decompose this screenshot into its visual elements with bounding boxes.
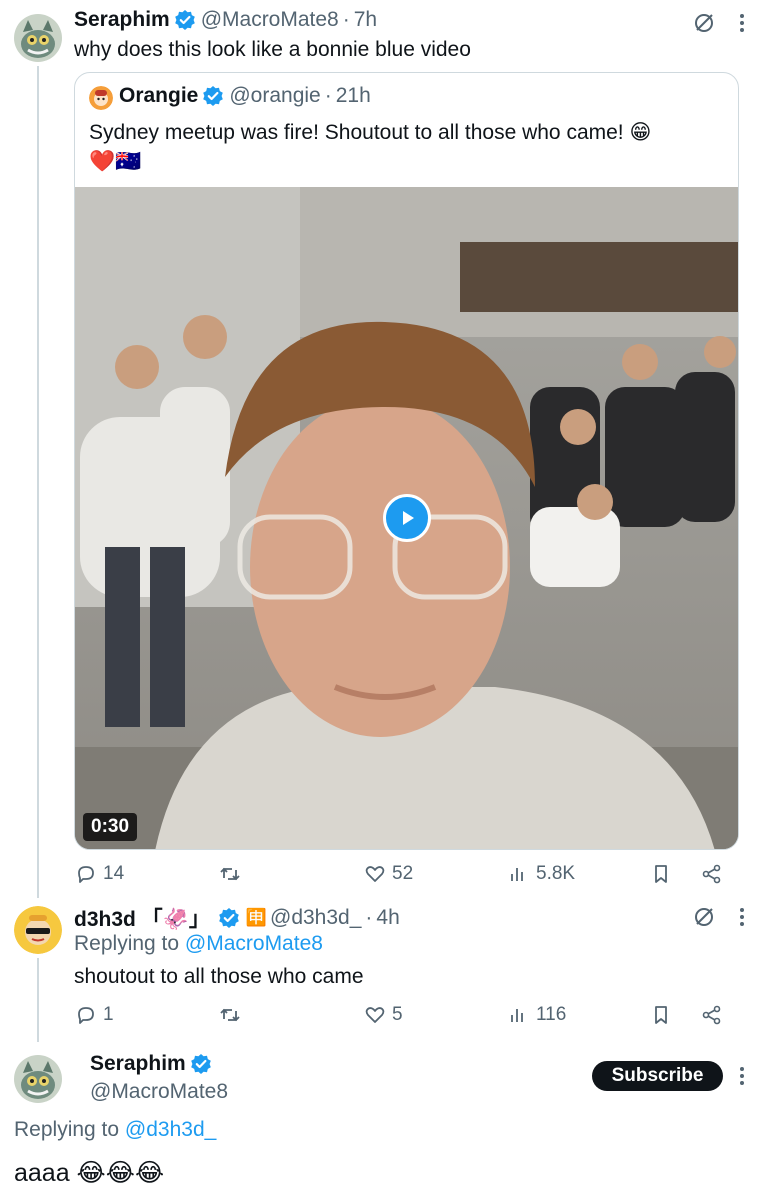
- video-player[interactable]: 0:30: [75, 187, 738, 849]
- like-icon: [365, 1007, 385, 1023]
- tweet2-replying-line: Replying to @MacroMate8: [74, 930, 323, 957]
- tweet2-action-bar: 1 5 116: [0, 1000, 757, 1030]
- like-button[interactable]: 5: [364, 1000, 403, 1030]
- avatar-orangie[interactable]: [89, 86, 113, 110]
- verified-badge-icon: [174, 9, 196, 31]
- share-button[interactable]: [701, 1000, 723, 1030]
- replying-to-link[interactable]: @MacroMate8: [185, 932, 323, 955]
- quote-time[interactable]: 21h: [336, 84, 371, 108]
- like-count: 5: [392, 1004, 403, 1025]
- reply-icon: [78, 1007, 94, 1024]
- tweet2-time[interactable]: 4h: [376, 906, 399, 930]
- tweet1-time[interactable]: 7h: [354, 8, 377, 32]
- reply-count: 14: [103, 863, 125, 884]
- share-icon: [702, 864, 721, 884]
- bookmark-icon: [655, 865, 667, 883]
- affiliate-badge: 🈸: [245, 908, 267, 927]
- more-icon[interactable]: [737, 1065, 747, 1087]
- quote-author-name[interactable]: Orangie: [119, 84, 198, 108]
- retweet-button[interactable]: [219, 1000, 247, 1030]
- play-icon: [403, 511, 414, 525]
- views-button[interactable]: 5.8K: [508, 859, 575, 889]
- separator-dot: ·: [365, 906, 373, 929]
- reply-button[interactable]: 14: [75, 859, 124, 889]
- tweet3-author-name[interactable]: Seraphim: [90, 1052, 186, 1076]
- separator-dot: ·: [324, 84, 332, 107]
- more-icon[interactable]: [737, 12, 747, 34]
- verified-badge-icon: [218, 907, 240, 929]
- video-duration: 0:30: [83, 813, 138, 841]
- views-button[interactable]: 116: [508, 1000, 566, 1030]
- quote-header: Orangie @orangie · 21h: [119, 84, 371, 108]
- tweet3-text: aaaa 😂😂😂: [14, 1159, 165, 1187]
- tweet1-header: Seraphim @MacroMate8 · 7h: [74, 8, 377, 32]
- grok-icon[interactable]: [693, 906, 715, 928]
- tweet2-author-name[interactable]: d3h3d 「🦑」: [74, 903, 210, 933]
- avatar-seraphim[interactable]: [14, 1055, 62, 1103]
- avatar-seraphim[interactable]: [14, 14, 62, 62]
- thread-line-top: [37, 66, 39, 898]
- share-icon: [702, 1005, 721, 1025]
- views-icon: [511, 1009, 523, 1022]
- replying-prefix: Replying to: [74, 932, 180, 955]
- views-icon: [511, 868, 523, 881]
- views-count: 5.8K: [536, 863, 576, 884]
- verified-badge-icon: [190, 1053, 212, 1075]
- reply-count: 1: [103, 1004, 114, 1025]
- quoted-tweet-card[interactable]: Orangie @orangie · 21h Sydney meetup was…: [74, 72, 739, 850]
- retweet-icon: [220, 867, 240, 881]
- tweet1-action-bar: 14 52 5.8K: [0, 859, 757, 889]
- grok-icon[interactable]: [693, 12, 715, 34]
- like-button[interactable]: 52: [364, 859, 413, 889]
- retweet-button[interactable]: [219, 859, 247, 889]
- tweet3-replying-line: Replying to @d3h3d_: [14, 1116, 216, 1143]
- avatar-d3h3d[interactable]: [14, 906, 62, 954]
- tweet2-handle[interactable]: @d3h3d_: [270, 906, 361, 930]
- tweet1-handle[interactable]: @MacroMate8: [201, 8, 339, 32]
- quote-handle[interactable]: @orangie: [229, 84, 320, 108]
- bookmark-button[interactable]: [650, 859, 672, 889]
- reply-button[interactable]: 1: [75, 1000, 114, 1030]
- tweet3-header: Seraphim: [90, 1052, 212, 1076]
- bookmark-icon: [655, 1006, 667, 1024]
- views-count: 116: [536, 1004, 567, 1025]
- replying-prefix: Replying to: [14, 1118, 120, 1141]
- like-count: 52: [392, 863, 414, 884]
- tweet2-text: shoutout to all those who came: [74, 965, 364, 988]
- tweet3-handle[interactable]: @MacroMate8: [90, 1078, 228, 1105]
- replying-to-link[interactable]: @d3h3d_: [125, 1118, 216, 1141]
- quote-text-line2: ❤️🇦🇺: [89, 150, 142, 173]
- subscribe-button[interactable]: Subscribe: [592, 1061, 723, 1091]
- share-button[interactable]: [701, 859, 723, 889]
- quote-text-line1: Sydney meetup was fire! Shoutout to all …: [89, 121, 652, 144]
- tweet1-author-name[interactable]: Seraphim: [74, 8, 170, 32]
- retweet-icon: [220, 1008, 240, 1022]
- like-icon: [365, 866, 385, 882]
- separator-dot: ·: [342, 8, 350, 31]
- more-icon[interactable]: [737, 906, 747, 928]
- bookmark-button[interactable]: [650, 1000, 672, 1030]
- verified-badge-icon: [202, 85, 224, 107]
- tweet1-text: why does this look like a bonnie blue vi…: [74, 38, 471, 61]
- tweet2-header: d3h3d 「🦑」 🈸 @d3h3d_ · 4h: [74, 903, 400, 933]
- reply-icon: [78, 866, 94, 883]
- play-button[interactable]: [383, 494, 431, 542]
